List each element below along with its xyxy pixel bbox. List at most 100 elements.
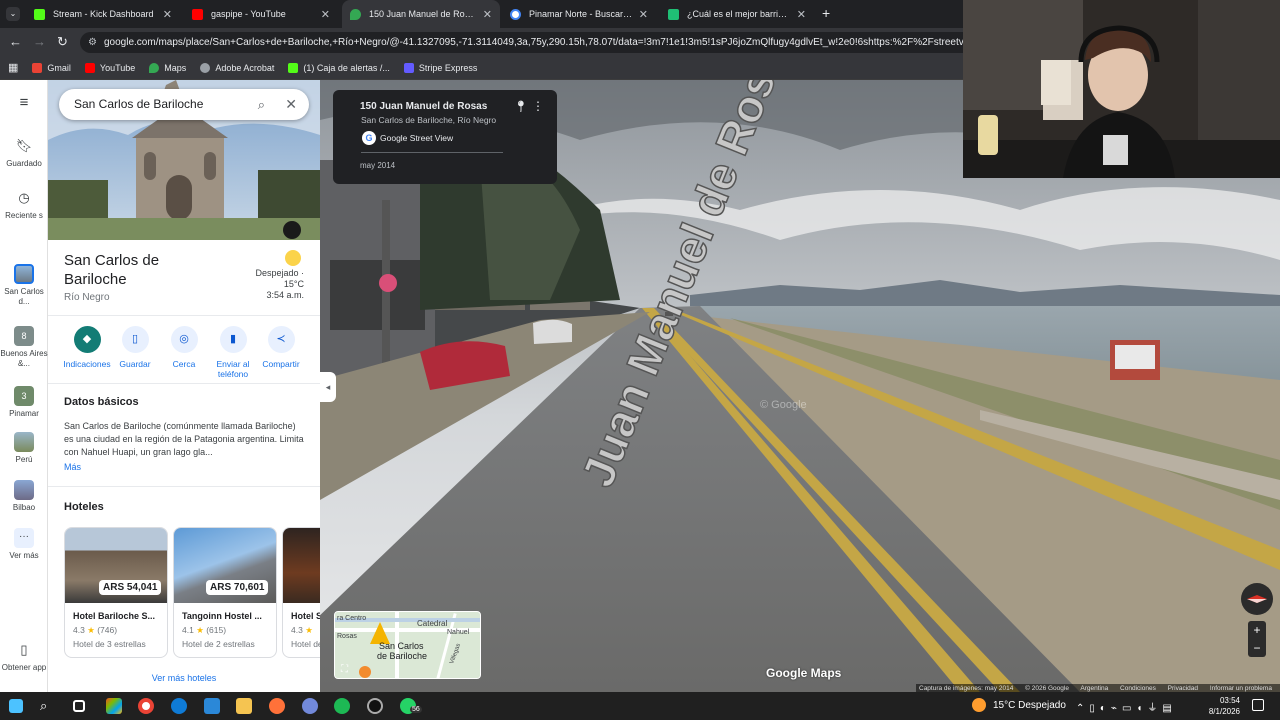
search-icon[interactable]: ⌕: [258, 89, 265, 120]
save-button[interactable]: ▯ Guardar: [110, 326, 160, 369]
more-hotels-link[interactable]: Ver más hoteles: [48, 673, 320, 683]
kick-icon: [288, 62, 299, 73]
compass-control[interactable]: [1241, 583, 1273, 615]
bookmark-alerts[interactable]: (1) Caja de alertas /...: [288, 62, 390, 73]
bookmark-maps[interactable]: Maps: [149, 62, 186, 73]
google-maps-logo: Google Maps: [766, 666, 842, 680]
rail-more[interactable]: ··· Ver más: [0, 528, 48, 561]
browser-tab-active[interactable]: 150 Juan Manuel de Rosas - Go ✕: [342, 0, 500, 28]
chrome-icon[interactable]: [138, 698, 154, 714]
task-view-icon[interactable]: [73, 700, 85, 712]
place-thumbnail: [14, 480, 34, 500]
star-icon: ★: [196, 625, 204, 635]
browser-tab[interactable]: gaspipe - YouTube ✕: [184, 0, 338, 28]
rail-recents[interactable]: ◷ Reciente s: [0, 188, 48, 221]
start-icon[interactable]: [9, 699, 23, 713]
new-tab-button[interactable]: +: [822, 5, 830, 21]
windows-taskbar: ⌕ 56 15°C Despejado ⌃▯◐⌁▭◖⏚▤ 03:54 8/1/2…: [0, 692, 1280, 720]
divider: [361, 152, 503, 153]
site-icon: [668, 8, 679, 20]
search-input[interactable]: San Carlos de Bariloche ⌕ ✕: [59, 89, 309, 120]
star-icon: ★: [305, 625, 313, 635]
rail-recent-place[interactable]: San Carlos d...: [0, 264, 48, 307]
copilot-icon[interactable]: [106, 698, 122, 714]
directions-icon: ◆: [73, 326, 101, 353]
svg-text:⛶: ⛶: [340, 664, 349, 675]
kick-icon: [34, 8, 45, 20]
globe-icon: [200, 62, 211, 73]
address-locality: San Carlos de Bariloche, Río Negro: [361, 115, 497, 125]
browser-tab[interactable]: Pinamar Norte - Buscar con Go ✕: [502, 0, 656, 28]
rail-recent-place[interactable]: 3 Pinamar: [0, 386, 48, 419]
close-tab-icon[interactable]: ✕: [321, 8, 330, 21]
search-icon[interactable]: ⌕: [40, 698, 56, 714]
close-icon[interactable]: ✕: [285, 89, 297, 120]
rail-get-app[interactable]: ▯ Obtener app: [0, 640, 48, 673]
divider: [48, 486, 320, 487]
google-icon: [510, 8, 521, 20]
share-button[interactable]: ≺ Compartir: [256, 326, 306, 369]
phone-icon: ▮: [219, 326, 247, 353]
address-title: 150 Juan Manuel de Rosas: [360, 101, 488, 112]
zoom-out-button[interactable]: −: [1248, 639, 1266, 657]
spotify-icon[interactable]: [334, 698, 350, 714]
rail-saved[interactable]: 🔖︎ Guardado: [0, 136, 48, 169]
rail-recent-place[interactable]: Bilbao: [0, 480, 48, 513]
close-tab-icon[interactable]: ✕: [639, 8, 648, 21]
apps-grid-icon[interactable]: ▦: [8, 61, 18, 74]
notifications-icon[interactable]: [1252, 699, 1264, 711]
reload-icon[interactable]: ↻: [57, 34, 68, 50]
taskbar-weather[interactable]: 15°C Despejado: [993, 700, 1066, 711]
close-tab-icon[interactable]: ✕: [163, 8, 172, 21]
share-icon: ≺: [267, 326, 295, 353]
rail-recent-place[interactable]: Perú: [0, 432, 48, 465]
firefox-icon[interactable]: [269, 698, 285, 714]
rail-recent-place[interactable]: 8 Buenos Aires &...: [0, 326, 48, 369]
obs-icon[interactable]: [367, 698, 383, 714]
bookmark-adobe[interactable]: Adobe Acrobat: [200, 62, 274, 73]
store-icon[interactable]: [204, 698, 220, 714]
zoom-in-button[interactable]: +: [1248, 621, 1266, 639]
bookmark-gmail[interactable]: Gmail: [32, 62, 71, 73]
nearby-button[interactable]: ◎ Cerca: [159, 326, 209, 369]
phone-icon: ▯: [20, 642, 28, 657]
taskbar-clock[interactable]: 03:54 8/1/2026: [1200, 695, 1240, 717]
zoom-control[interactable]: + −: [1248, 621, 1266, 657]
more-options-icon[interactable]: ⋮: [532, 99, 544, 113]
svg-text:Rosas: Rosas: [337, 633, 357, 640]
capture-date[interactable]: may 2014: [360, 161, 395, 170]
back-icon[interactable]: ←: [9, 34, 22, 49]
send-to-phone-button[interactable]: ▮ Enviar al teléfono: [208, 326, 258, 379]
place-thumbnail: 8: [14, 326, 34, 346]
system-tray[interactable]: ⌃▯◐⌁▭◖⏚▤: [1076, 699, 1177, 714]
location-pin-icon[interactable]: 📍︎: [514, 100, 528, 113]
site-info-icon[interactable]: ⚙: [88, 32, 97, 53]
svg-text:Catedral: Catedral: [417, 619, 447, 628]
close-tab-icon[interactable]: ✕: [797, 8, 806, 21]
discord-icon[interactable]: [302, 698, 318, 714]
collapse-panel-button[interactable]: ◂: [320, 372, 336, 402]
youtube-icon: [192, 8, 203, 20]
provider-label: Google Street View: [380, 133, 454, 143]
hotel-card[interactable]: ARS 70,601 Tangoinn Hostel ... 4.1 ★ (61…: [173, 527, 277, 658]
more-link[interactable]: Más: [64, 462, 81, 472]
edge-icon[interactable]: [171, 698, 187, 714]
address-bar[interactable]: ⚙ google.com/maps/place/San+Carlos+de+Ba…: [80, 32, 980, 53]
menu-icon[interactable]: ≡: [0, 95, 48, 110]
forward-icon[interactable]: →: [33, 34, 46, 49]
mini-map[interactable]: Catedral Nahuel San Carlos de Bariloche …: [334, 611, 481, 679]
close-tab-icon[interactable]: ✕: [483, 8, 492, 21]
divider: [48, 383, 320, 384]
tab-search-button[interactable]: ⌄: [6, 7, 20, 21]
bookmark-youtube[interactable]: YouTube: [84, 62, 135, 73]
directions-button[interactable]: ◆ Indicaciones: [62, 326, 112, 369]
bookmark-icon: 🔖︎: [15, 138, 33, 153]
hotel-card[interactable]: ARS 54,041 Hotel Bariloche S... 4.3 ★ (7…: [64, 527, 168, 658]
browser-tab[interactable]: ¿Cuál es el mejor barrio de Pina ✕: [660, 0, 814, 28]
file-explorer-icon[interactable]: [236, 698, 252, 714]
place-thumbnail: [14, 264, 34, 284]
browser-tab[interactable]: Stream - Kick Dashboard ✕: [26, 0, 180, 28]
bookmark-stripe[interactable]: Stripe Express: [403, 62, 477, 73]
hotel-card[interactable]: Hotel S 4.3 ★ Hotel de: [282, 527, 320, 658]
divider: [48, 315, 320, 316]
